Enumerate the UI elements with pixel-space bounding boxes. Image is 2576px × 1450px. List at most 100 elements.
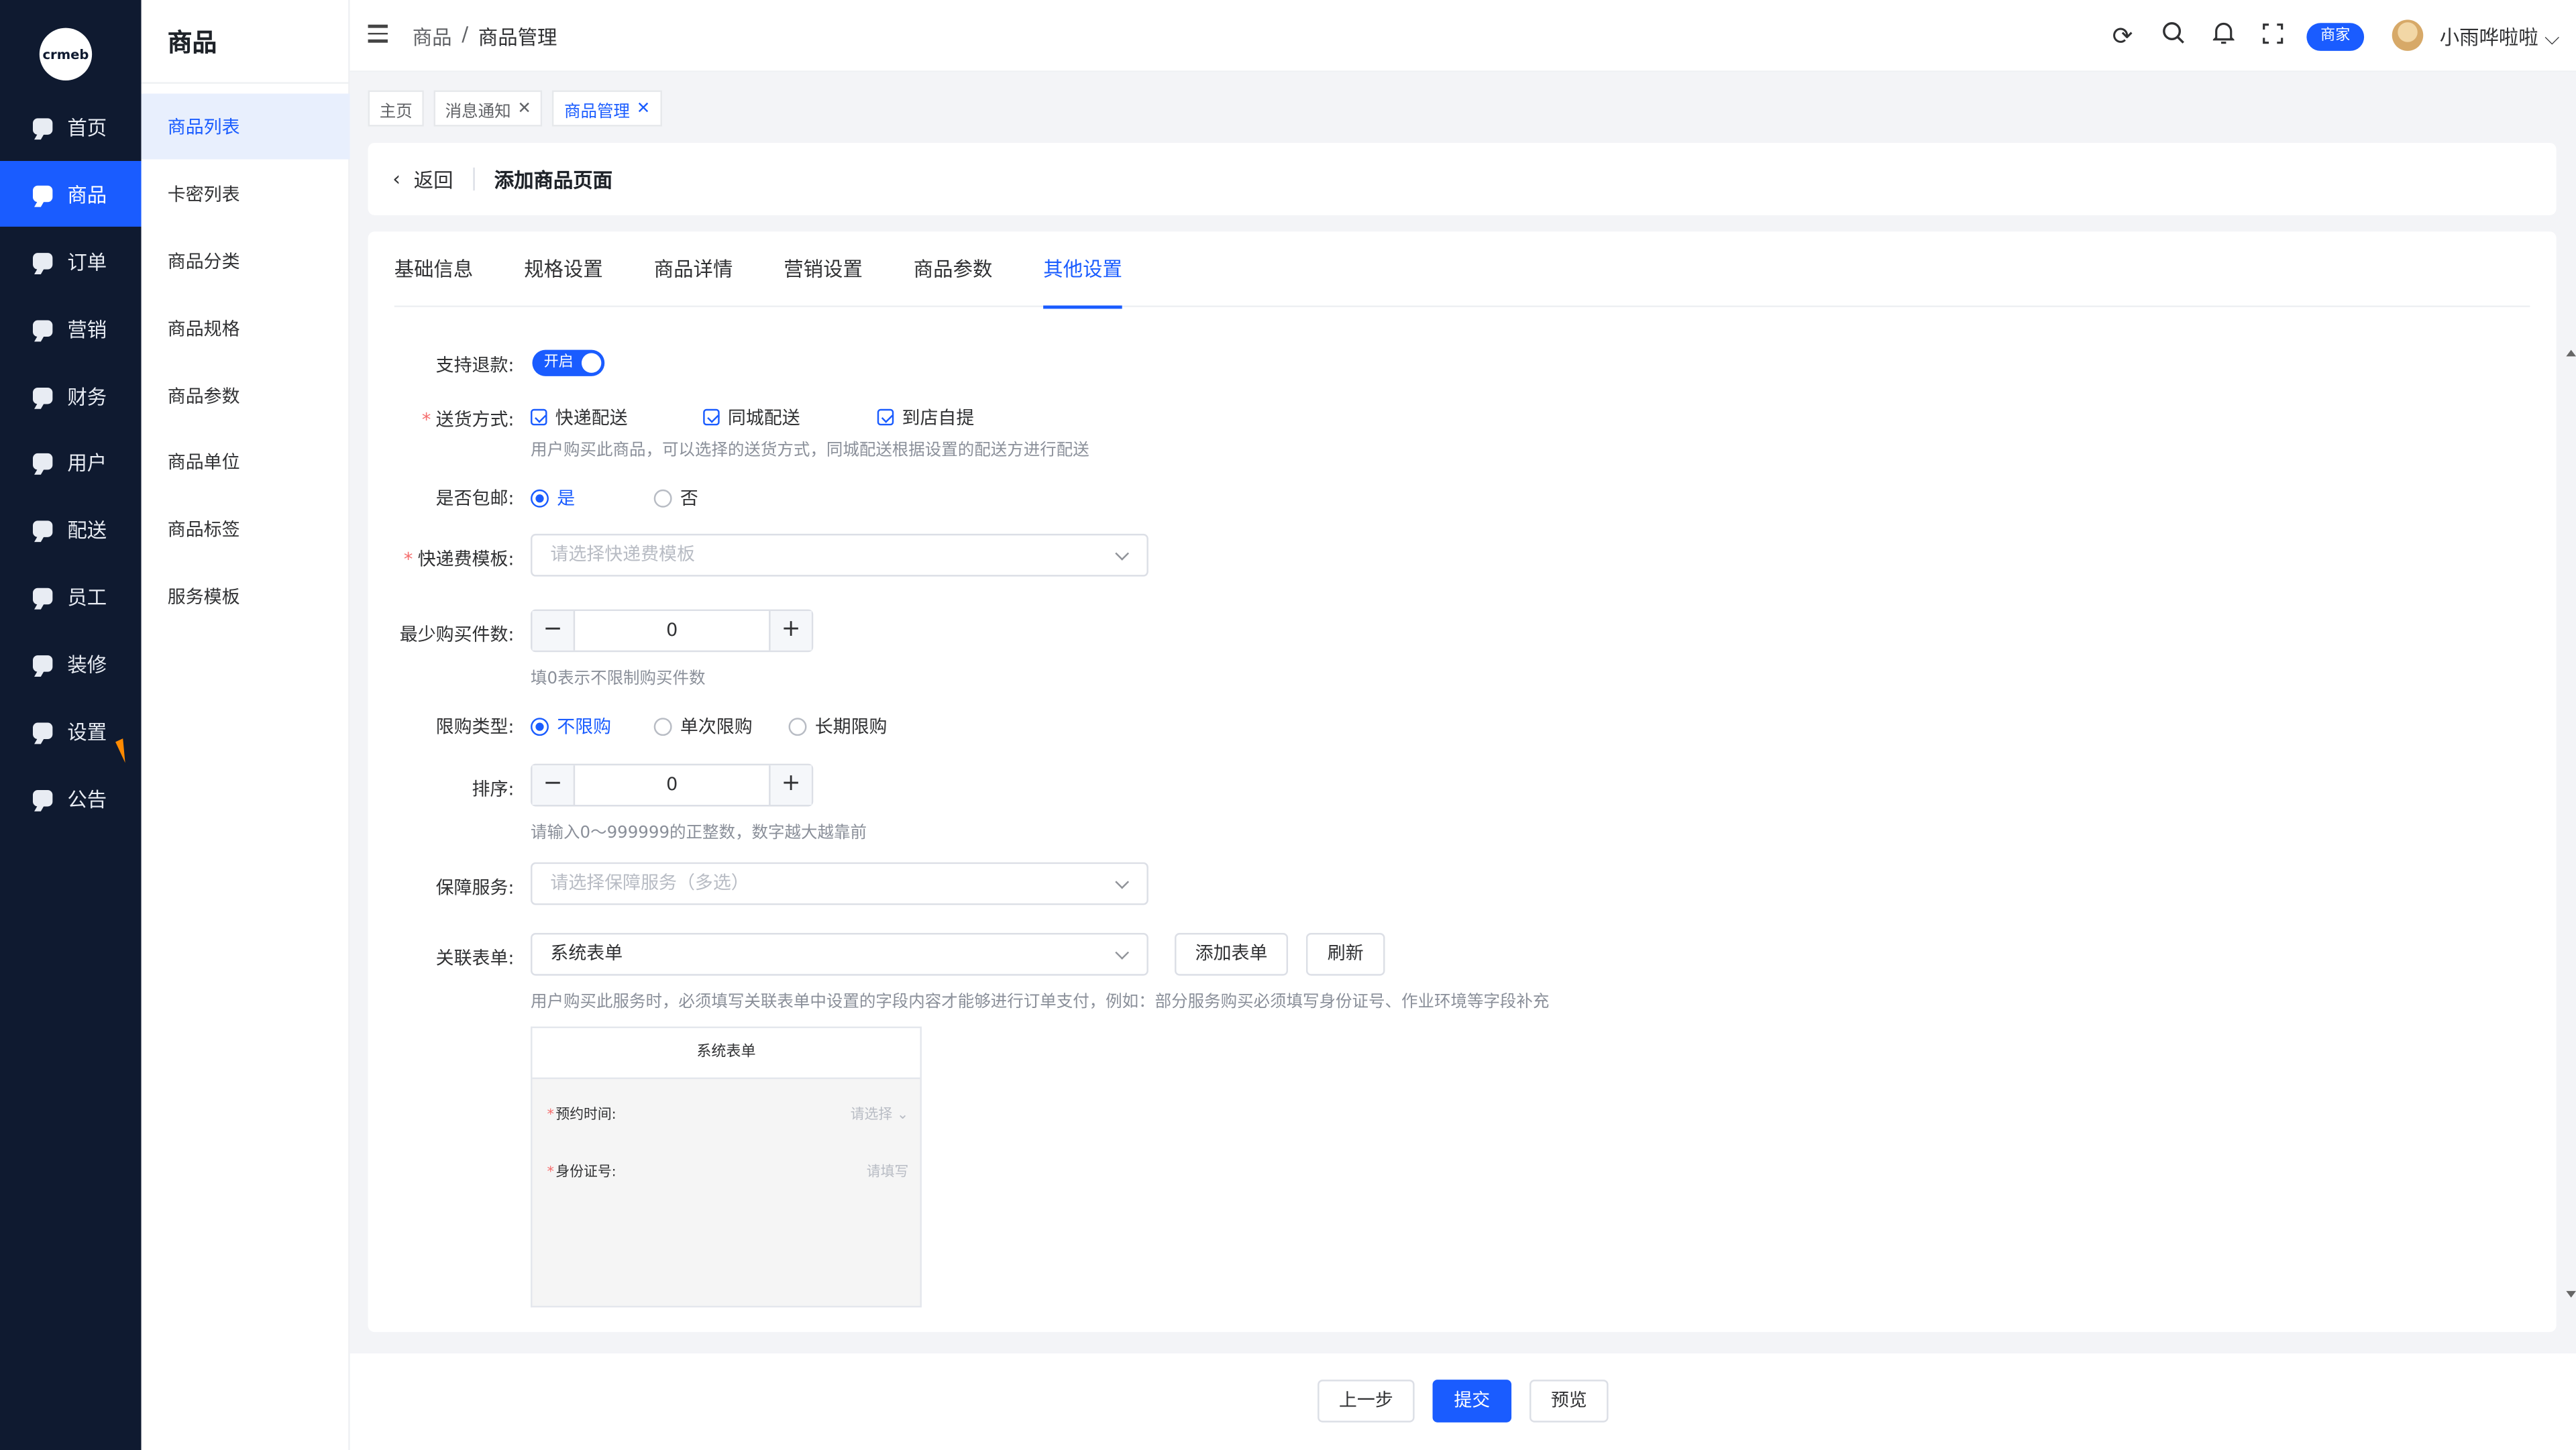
refresh-button[interactable]: 刷新 <box>1305 933 1385 976</box>
tag-home[interactable]: 主页 <box>368 90 424 127</box>
tag-notifications[interactable]: 消息通知 ✕ <box>433 90 543 127</box>
subnav-item-params[interactable]: 商品参数 <box>142 363 350 429</box>
scroll-down-icon[interactable] <box>2566 1290 2576 1298</box>
bell-icon[interactable] <box>2208 21 2237 51</box>
delivery-label-text: 送货方式: <box>435 408 515 431</box>
back-button[interactable]: ‹ 返回 <box>392 167 475 191</box>
nav-item-staff[interactable]: 员工 <box>0 563 142 629</box>
nav-item-delivery[interactable]: 配送 <box>0 496 142 562</box>
radio-single-limit[interactable]: 单次限购 <box>653 713 753 739</box>
tag-product-management[interactable]: 商品管理 ✕ <box>552 90 662 127</box>
add-form-button[interactable]: 添加表单 <box>1175 933 1289 976</box>
user-menu[interactable]: 小雨哗啦啦 ⌵ <box>2440 23 2560 51</box>
guarantee-label: 保障服务: <box>435 877 515 899</box>
nav-item-label: 配送 <box>67 518 107 541</box>
switch-text: 开启 <box>543 354 574 372</box>
field-label: 预约时间: <box>555 1107 616 1124</box>
nav-item-label: 商品 <box>67 183 107 207</box>
tab-marketing-settings[interactable]: 营销设置 <box>784 231 863 307</box>
checkbox-store-pickup[interactable]: 到店自提 <box>877 404 974 430</box>
radio-no-limit[interactable]: 不限购 <box>531 713 611 739</box>
tag-label: 商品管理 <box>564 103 630 121</box>
top-header: 商品 / 商品管理 ⟳ 商家 小雨哗啦啦 ⌵ <box>350 0 2576 72</box>
checkbox-label: 快递配送 <box>555 407 628 429</box>
fullscreen-icon[interactable] <box>2257 21 2287 51</box>
main-sidebar: crmeb 首页 商品 订单 营销 财务 用户 配送 员工 装修 设置 公告 <box>0 0 142 1450</box>
form-preview-field: * 身份证号: 请填写 <box>547 1161 909 1180</box>
nav-item-decoration[interactable]: 装修 <box>0 630 142 696</box>
subnav-item-product-list[interactable]: 商品列表 <box>141 93 350 160</box>
nav-item-home[interactable]: 首页 <box>0 94 142 160</box>
tab-other-settings[interactable]: 其他设置 <box>1043 231 1122 309</box>
nav-item-label: 装修 <box>67 653 107 676</box>
min-qty-label: 最少购买件数: <box>399 624 515 646</box>
subnav-item-category[interactable]: 商品分类 <box>142 228 350 294</box>
logo[interactable]: crmeb <box>39 27 93 81</box>
radio-free-shipping-yes[interactable]: 是 <box>531 484 575 510</box>
shipping-template-select[interactable]: 请选择快递费模板 <box>531 533 1148 577</box>
refund-label: 支持退款: <box>435 354 515 376</box>
minus-button[interactable]: − <box>532 611 576 651</box>
radio-icon <box>788 716 807 735</box>
chevron-down-icon <box>1115 946 1130 960</box>
field-placeholder: 请填写 <box>866 1164 909 1181</box>
plus-button[interactable]: + <box>769 765 812 805</box>
tab-basic-info[interactable]: 基础信息 <box>394 231 474 307</box>
nav-item-products[interactable]: 商品 <box>0 161 142 227</box>
required-mark: * <box>547 1107 554 1124</box>
checkbox-express[interactable]: 快递配送 <box>531 404 628 430</box>
required-mark: * <box>421 408 431 431</box>
preview-button[interactable]: 预览 <box>1529 1380 1609 1423</box>
prev-step-button[interactable]: 上一步 <box>1318 1380 1415 1423</box>
nav-item-users[interactable]: 用户 <box>0 429 142 494</box>
tabs: 基础信息 规格设置 商品详情 营销设置 商品参数 其他设置 <box>394 231 2530 309</box>
chat-icon <box>32 320 53 337</box>
checkbox-local-delivery[interactable]: 同城配送 <box>703 404 800 430</box>
checkbox-checked-icon <box>877 408 894 426</box>
guarantee-select[interactable]: 请选择保障服务（多选） <box>531 862 1148 905</box>
tab-product-params[interactable]: 商品参数 <box>914 231 993 307</box>
avatar[interactable] <box>2392 19 2424 51</box>
nav-item-orders[interactable]: 订单 <box>0 228 142 294</box>
free-shipping-label: 是否包邮: <box>435 488 515 510</box>
close-icon[interactable]: ✕ <box>517 99 531 117</box>
breadcrumb-current: 商品管理 <box>478 26 557 50</box>
radio-free-shipping-no[interactable]: 否 <box>653 484 698 510</box>
min-qty-stepper: − 0 + <box>531 609 814 653</box>
nav-item-settings[interactable]: 设置 <box>0 698 142 764</box>
subnav-item-service-template[interactable]: 服务模板 <box>142 563 350 629</box>
minus-button[interactable]: − <box>532 765 576 805</box>
refund-switch[interactable]: 开启 <box>532 349 605 376</box>
sort-input[interactable]: 0 <box>575 765 769 805</box>
shipping-template-label: * 快递费模板: <box>333 545 515 571</box>
nav-item-label: 营销 <box>67 317 107 341</box>
page-header-card: ‹ 返回 添加商品页面 <box>368 143 2557 215</box>
close-icon[interactable]: ✕ <box>637 99 651 117</box>
breadcrumb-item[interactable]: 商品 <box>413 23 452 51</box>
linked-form-label: 关联表单: <box>435 948 515 969</box>
chat-icon <box>32 655 53 672</box>
subnav-item-card-list[interactable]: 卡密列表 <box>142 161 350 227</box>
nav-item-marketing[interactable]: 营销 <box>0 296 142 361</box>
subnav-item-tags[interactable]: 商品标签 <box>142 496 350 562</box>
min-qty-input[interactable]: 0 <box>575 611 769 651</box>
radio-long-term-limit[interactable]: 长期限购 <box>788 713 887 739</box>
menu-toggle-icon[interactable] <box>368 24 388 44</box>
divider <box>141 82 350 84</box>
chevron-left-icon: ‹ <box>392 167 401 191</box>
nav-item-finance[interactable]: 财务 <box>0 363 142 429</box>
search-icon[interactable] <box>2159 21 2188 51</box>
plus-button[interactable]: + <box>769 611 812 651</box>
refresh-icon[interactable]: ⟳ <box>2108 21 2137 51</box>
nav-item-announcement[interactable]: 公告 <box>0 765 142 831</box>
subnav-item-spec[interactable]: 商品规格 <box>142 296 350 361</box>
page-title: 添加商品页面 <box>494 168 613 192</box>
tab-spec-settings[interactable]: 规格设置 <box>524 231 603 307</box>
tab-product-details[interactable]: 商品详情 <box>654 231 733 307</box>
scroll-up-icon[interactable] <box>2566 349 2576 357</box>
subnav-item-unit[interactable]: 商品单位 <box>142 429 350 494</box>
nav-item-label: 订单 <box>67 250 107 274</box>
chat-icon <box>32 387 53 404</box>
submit-button[interactable]: 提交 <box>1432 1380 1512 1423</box>
linked-form-select[interactable]: 系统表单 <box>531 933 1148 976</box>
